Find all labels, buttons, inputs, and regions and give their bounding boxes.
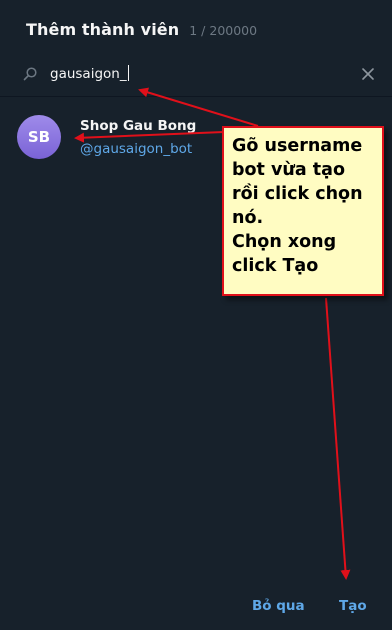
- annotation-note: Gõ username bot vừa tạo rồi click chọn n…: [222, 126, 384, 296]
- annotation-arrows: [74, 87, 351, 580]
- create-button[interactable]: Tạo: [339, 598, 367, 614]
- arrow-to-create: [325, 297, 351, 580]
- note-line: Chọn xong: [232, 232, 337, 252]
- arrow-to-search: [138, 87, 259, 127]
- cancel-button[interactable]: Bỏ qua: [252, 598, 305, 614]
- note-line: click Tạo: [232, 256, 319, 276]
- note-line: Gõ username: [232, 136, 363, 156]
- arrow-to-result: [74, 131, 225, 143]
- note-line: nó.: [232, 208, 264, 228]
- note-line: bot vừa tạo: [232, 160, 345, 180]
- note-line: rồi click chọn: [232, 184, 363, 204]
